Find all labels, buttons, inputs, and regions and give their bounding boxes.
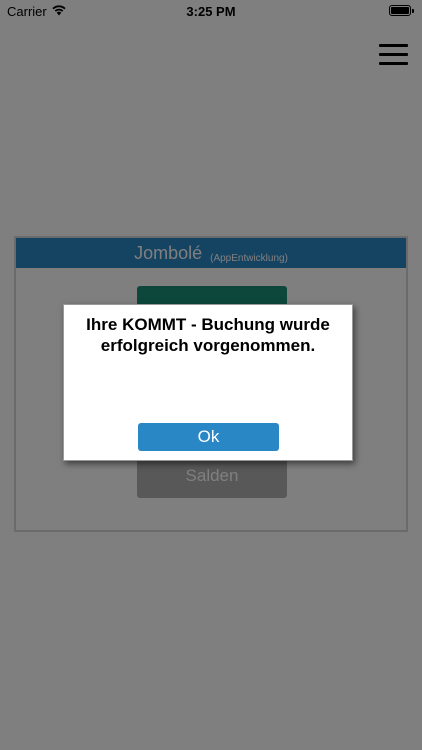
dialog-message: Ihre KOMMT - Buchung wurde erfolgreich v… (86, 315, 330, 355)
ok-button[interactable]: Ok (138, 423, 279, 451)
alert-dialog: Ihre KOMMT - Buchung wurde erfolgreich v… (63, 304, 353, 461)
